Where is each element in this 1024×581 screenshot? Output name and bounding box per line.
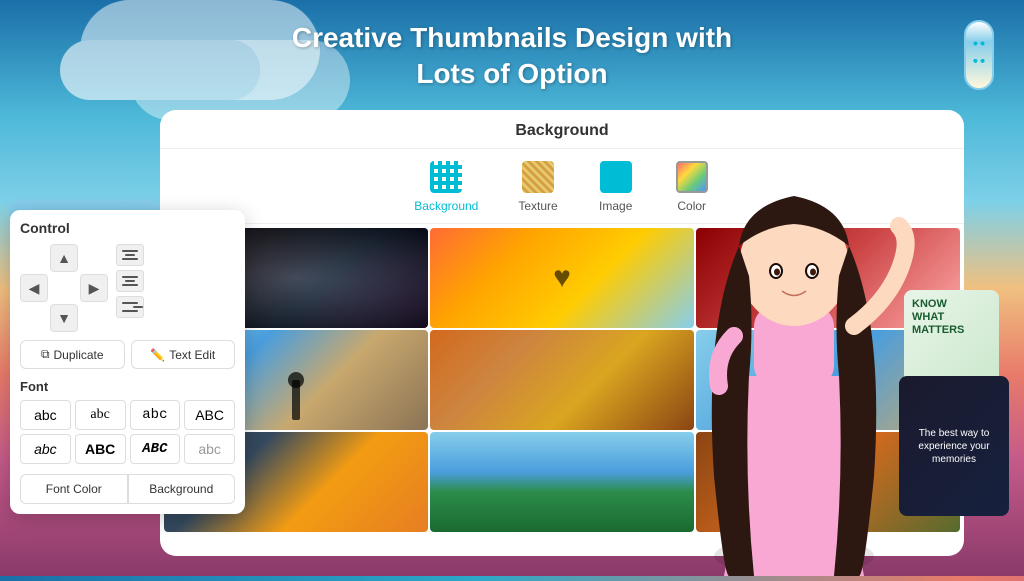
deco-dots: [970, 26, 988, 84]
background-tab-label: Background: [414, 199, 478, 213]
font-sample-mono[interactable]: abc: [130, 400, 181, 430]
arrow-down-button[interactable]: ▼: [50, 304, 78, 332]
surfer-figure: [292, 380, 300, 420]
arrow-left-button[interactable]: ◀: [20, 274, 48, 302]
arrow-pad: ▲ ◀ ▶ ▼: [20, 244, 108, 332]
font-sample-serif[interactable]: abc: [75, 400, 126, 430]
align-center-button[interactable]: [116, 270, 144, 292]
know-line1: KNOW: [912, 298, 991, 311]
texture-tab-icon: [520, 159, 556, 195]
align-buttons: [116, 244, 144, 318]
decorative-figure: [954, 20, 1004, 110]
font-color-tab[interactable]: Font Color: [20, 474, 128, 504]
tab-image[interactable]: Image: [598, 159, 634, 213]
image-icon: [600, 161, 632, 193]
font-sample-bolditalic[interactable]: ABC: [130, 434, 181, 464]
align-line2: [125, 254, 135, 256]
arrow-bottomright-empty: [80, 304, 108, 332]
text-edit-label: Text Edit: [169, 348, 215, 362]
background-color-tab[interactable]: Background: [128, 474, 236, 504]
texture-icon: [522, 161, 554, 193]
align-line3: [122, 258, 138, 260]
image-tab-icon: [598, 159, 634, 195]
font-sample-italic[interactable]: abc: [20, 434, 71, 464]
align-right-button[interactable]: [116, 296, 144, 318]
arrow-topleft-empty: [20, 244, 48, 272]
arrow-bottomleft-empty: [20, 304, 48, 332]
arrow-up-button[interactable]: ▲: [50, 244, 78, 272]
font-grid: abc abc abc ABC abc ABC ABC abc: [20, 400, 235, 464]
color-tabs: Font Color Background: [20, 474, 235, 504]
tab-background[interactable]: Background: [414, 159, 478, 213]
know-line2: WHAT: [912, 311, 991, 324]
arrow-right-button[interactable]: ▶: [80, 274, 108, 302]
control-panel: Control ▲ ◀ ▶ ▼: [10, 210, 245, 514]
duplicate-button[interactable]: ⧉ Duplicate: [20, 340, 125, 369]
background-tab-icon: [428, 159, 464, 195]
tab-texture[interactable]: Texture: [518, 159, 557, 213]
title-line2: Lots of Option: [416, 58, 607, 89]
align-cline3: [122, 284, 138, 286]
align-line1: [122, 250, 138, 252]
duplicate-label: Duplicate: [54, 348, 104, 362]
align-cline2: [125, 280, 135, 282]
title-line1: Creative Thumbnails Design with: [292, 22, 732, 53]
font-section-title: Font: [20, 379, 235, 394]
image-tab-label: Image: [599, 199, 632, 213]
font-sample-bold[interactable]: ABC: [75, 434, 126, 464]
control-panel-title: Control: [20, 220, 235, 236]
align-rline2: [133, 306, 143, 308]
memories-card-text: The best way to experience your memories: [907, 427, 1001, 466]
text-edit-icon: ✏️: [150, 348, 165, 362]
font-sample-caps[interactable]: ABC: [184, 400, 235, 430]
align-rline1: [122, 302, 138, 304]
text-edit-button[interactable]: ✏️ Text Edit: [131, 340, 236, 369]
control-arrows-section: ▲ ◀ ▶ ▼: [20, 244, 235, 332]
know-line3: MATTERS: [912, 324, 991, 337]
duplicate-icon: ⧉: [41, 347, 50, 362]
align-rline3: [122, 310, 138, 312]
align-left-button[interactable]: [116, 244, 144, 266]
action-buttons: ⧉ Duplicate ✏️ Text Edit: [20, 340, 235, 369]
grid-icon: [430, 161, 462, 193]
arrow-center-empty: [50, 274, 78, 302]
know-what-matters-text: KNOW WHAT MATTERS: [912, 298, 991, 338]
align-cline1: [122, 276, 138, 278]
floating-card-memories: The best way to experience your memories: [899, 376, 1009, 516]
font-sample-thin[interactable]: abc: [184, 434, 235, 464]
texture-tab-label: Texture: [518, 199, 557, 213]
font-sample-sans[interactable]: abc: [20, 400, 71, 430]
arrow-topright-empty: [80, 244, 108, 272]
